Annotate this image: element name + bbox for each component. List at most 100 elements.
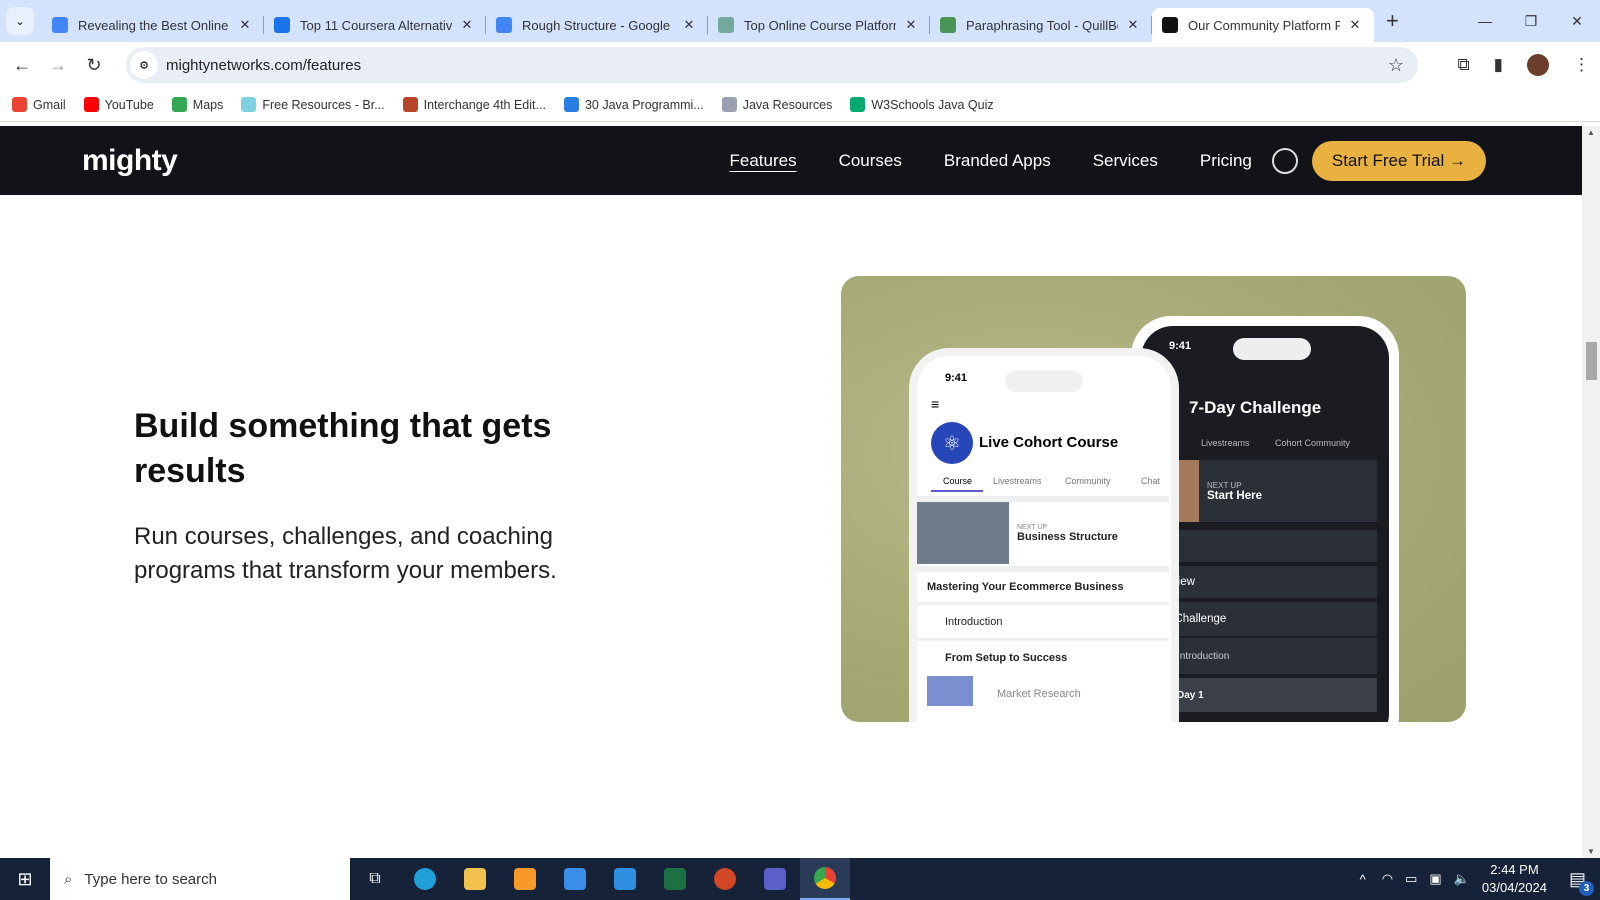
tab-4[interactable]: Paraphrasing Tool - QuillBo ✕ <box>930 8 1152 42</box>
bookmark-favicon-icon <box>83 97 99 112</box>
profile-avatar[interactable] <box>1527 54 1549 76</box>
nav-branded-apps[interactable]: Branded Apps <box>944 151 1051 171</box>
notifications-icon[interactable]: ▤ 3 <box>1569 869 1594 896</box>
bookmark-item[interactable]: 30 Java Programmi... <box>563 97 704 112</box>
side-panel-icon[interactable]: ▮ <box>1494 55 1503 75</box>
nav-features[interactable]: Features <box>729 151 796 171</box>
close-tab-icon[interactable]: ✕ <box>902 17 920 33</box>
chrome-icon[interactable] <box>800 858 850 900</box>
media-player-icon[interactable] <box>500 858 550 900</box>
tab-1[interactable]: Top 11 Coursera Alternative ✕ <box>264 8 486 42</box>
show-hidden-icons[interactable]: ^ <box>1360 872 1366 887</box>
hero-subtitle: Run courses, challenges, and coaching pr… <box>134 523 557 584</box>
hamburger-icon: ≡ <box>931 396 940 412</box>
back-button[interactable]: ← <box>4 55 40 76</box>
list-item: From Setup to Success <box>917 638 1169 674</box>
close-tab-icon[interactable]: ✕ <box>1346 17 1364 33</box>
bookmark-label: Interchange 4th Edit... <box>423 97 546 112</box>
restore-button[interactable]: ❐ <box>1508 0 1554 42</box>
menu-kebab-icon[interactable]: ⋮ <box>1573 55 1590 75</box>
nav-pricing[interactable]: Pricing <box>1200 151 1252 171</box>
bookmark-item[interactable]: Free Resources - Br... <box>241 97 385 112</box>
network-icon[interactable]: ◠ <box>1382 871 1393 887</box>
extensions-icon[interactable]: ⧉ <box>1458 55 1470 75</box>
site-info-icon[interactable]: ⚙ <box>130 51 158 79</box>
course-title: Live Cohort Course <box>979 434 1119 451</box>
mail-icon[interactable] <box>600 858 650 900</box>
search-icon: ⌕ <box>64 870 73 888</box>
mighty-networks-icon <box>1162 17 1178 33</box>
windows-start-button[interactable]: ⊞ <box>0 858 50 900</box>
file-explorer-icon[interactable] <box>450 858 500 900</box>
nav-courses[interactable]: Courses <box>839 151 902 171</box>
reload-button[interactable]: ↻ <box>76 55 112 76</box>
close-tab-icon[interactable]: ✕ <box>458 17 476 33</box>
google-docs-icon <box>52 17 68 33</box>
volume-icon[interactable]: 🔈 <box>1454 871 1470 887</box>
bookmark-favicon-icon <box>12 97 27 112</box>
bookmark-item[interactable]: Java Resources <box>721 97 833 112</box>
task-view-icon[interactable]: ⧉ <box>350 858 400 900</box>
new-tab-button[interactable]: + <box>1386 8 1399 34</box>
status-time: 9:41 <box>1169 340 1192 352</box>
bookmark-favicon-icon <box>721 97 737 112</box>
atom-icon: ⚛ <box>931 422 973 464</box>
bookmark-label: Java Resources <box>742 97 833 112</box>
mighty-logo[interactable]: mighty <box>82 144 178 178</box>
edge-icon[interactable] <box>400 858 450 900</box>
tab-search-button[interactable]: ⌄ <box>6 7 34 35</box>
bookmark-label: Maps <box>192 97 224 112</box>
app-mockup-image: 9:41 7-Day Challenge rse Livestreams Coh… <box>841 276 1466 722</box>
tab: Course <box>943 476 973 486</box>
forward-button[interactable]: → <box>40 55 76 76</box>
toolbar: ← → ↻ ⚙ mightynetworks.com/features ☆ ⧉ … <box>0 42 1600 88</box>
bookmarks-bar: Gmail YouTube Maps Free Resources - Br... In… <box>0 88 1600 122</box>
site-header: mighty Features Courses Branded Apps Servic… <box>0 126 1582 195</box>
chatgpt-icon <box>718 17 734 33</box>
tab-2[interactable]: Rough Structure - Google D ✕ <box>486 8 708 42</box>
url-text[interactable]: mightynetworks.com/features <box>166 57 361 74</box>
bookmark-item[interactable]: Interchange 4th Edit... <box>402 97 546 112</box>
close-tab-icon[interactable]: ✕ <box>236 17 254 33</box>
tab-title: Top 11 Coursera Alternative <box>300 17 452 33</box>
excel-icon[interactable] <box>650 858 700 900</box>
bookmark-item[interactable]: W3Schools Java Quiz <box>850 97 994 112</box>
clock[interactable]: 2:44 PM 03/04/2024 <box>1482 861 1547 897</box>
close-tab-icon[interactable]: ✕ <box>1124 17 1142 33</box>
bookmark-favicon-icon <box>241 97 257 112</box>
page-scrollbar[interactable]: ▲ ▼ <box>1582 126 1600 858</box>
bookmark-label: W3Schools Java Quiz <box>871 97 994 112</box>
tab-title: Our Community Platform F <box>1188 17 1340 33</box>
close-window-button[interactable]: ✕ <box>1554 0 1600 42</box>
battery-icon[interactable]: ▭ <box>1405 871 1417 887</box>
tab-5[interactable]: Our Community Platform F ✕ <box>1152 8 1374 42</box>
close-tab-icon[interactable]: ✕ <box>680 17 698 33</box>
windows-taskbar: ⊞ ⌕ Type here to search ⧉ ^ ◠ ▭ ▣ 🔈 2:44 … <box>0 858 1600 900</box>
start-free-trial-button[interactable]: Start Free Trial → <box>1311 140 1486 181</box>
bookmark-label: 30 Java Programmi... <box>584 97 704 112</box>
bookmark-favicon-icon <box>171 97 187 112</box>
list-item: Introduction <box>917 602 1169 638</box>
taskbar-search[interactable]: ⌕ Type here to search <box>50 858 350 900</box>
bookmark-item[interactable]: Maps <box>171 97 224 112</box>
minimize-button[interactable]: — <box>1462 0 1508 42</box>
address-bar[interactable]: ⚙ mightynetworks.com/features ☆ <box>126 47 1418 83</box>
quillbot-icon <box>940 17 956 33</box>
teams-icon[interactable] <box>750 858 800 900</box>
bookmark-favicon-icon <box>402 97 418 112</box>
bookmark-item[interactable]: Gmail <box>12 97 66 112</box>
tab-title: Paraphrasing Tool - QuillBo <box>966 17 1118 33</box>
store-icon[interactable] <box>550 858 600 900</box>
tab-title: Top Online Course Platform <box>744 17 896 33</box>
bookmark-item[interactable]: YouTube <box>83 97 154 112</box>
display-icon[interactable]: ▣ <box>1429 871 1441 887</box>
account-icon[interactable] <box>1271 147 1298 174</box>
powerpoint-icon[interactable] <box>700 858 750 900</box>
tab-3[interactable]: Top Online Course Platform ✕ <box>708 8 930 42</box>
bookmark-star-icon[interactable]: ☆ <box>1388 55 1404 76</box>
bolt-icon <box>274 17 290 33</box>
nav-services[interactable]: Services <box>1093 151 1158 171</box>
tab-0[interactable]: Revealing the Best Online C ✕ <box>42 8 264 42</box>
search-placeholder: Type here to search <box>84 870 217 888</box>
section-header: Mastering Your Ecommerce Business <box>917 566 1169 602</box>
